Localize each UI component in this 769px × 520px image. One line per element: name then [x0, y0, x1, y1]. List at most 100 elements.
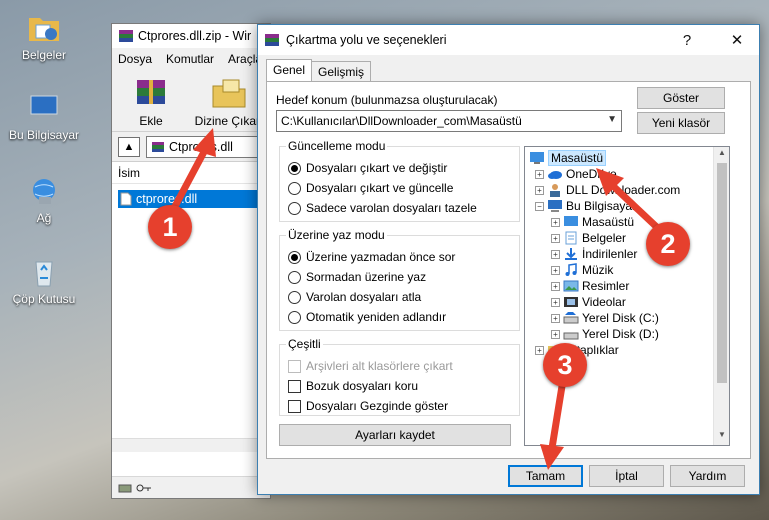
collapse-icon[interactable]: −	[535, 201, 544, 211]
radio[interactable]	[288, 181, 301, 195]
tree-item-desktop[interactable]: + Masaüstü	[551, 214, 634, 230]
extract-dialog: Çıkartma yolu ve seçenekleri ? ✕ Genel G…	[257, 24, 760, 495]
destination-path-value: C:\Kullanıcılar\DllDownloader_com\Masaüs…	[281, 114, 522, 128]
tree-item-label: Yerel Disk (D:)	[582, 327, 659, 341]
tree-item-music[interactable]: + Müzik	[551, 262, 613, 278]
checkbox[interactable]	[288, 379, 301, 393]
radio[interactable]	[288, 290, 301, 304]
desktop-icon-cop-kutusu[interactable]: Çöp Kutusu	[6, 256, 82, 306]
scroll-thumb[interactable]	[717, 163, 727, 383]
tree-item-label: Videolar	[582, 295, 626, 309]
recycle-bin-icon	[35, 261, 53, 287]
expand-icon[interactable]: +	[551, 249, 560, 259]
drive-icon	[563, 312, 579, 324]
key-icon	[136, 484, 151, 491]
winrar-logo-icon	[265, 34, 279, 46]
help-title-button[interactable]: ?	[665, 25, 709, 55]
expand-icon[interactable]: +	[551, 217, 560, 227]
tree-item-documents[interactable]: + Belgeler	[551, 230, 626, 246]
overwrite-option-without-prompt[interactable]: Sormadan üzerine yaz	[288, 270, 426, 284]
chevron-down-icon[interactable]: ▼	[607, 114, 617, 125]
show-button[interactable]: Göster	[637, 87, 725, 109]
add-button[interactable]: Ekle	[120, 76, 182, 131]
desktop-icon-label: Ağ	[36, 211, 52, 225]
expand-icon[interactable]: +	[551, 281, 560, 291]
up-folder-button[interactable]: ▲	[118, 136, 140, 157]
radio[interactable]	[288, 270, 301, 284]
overwrite-mode-title: Üzerine yaz modu	[286, 228, 387, 242]
ok-button[interactable]: Tamam	[508, 465, 583, 487]
expand-icon[interactable]: +	[551, 329, 560, 339]
music-icon	[565, 263, 577, 276]
path-field[interactable]: Ctprores.dll	[146, 135, 270, 158]
overwrite-mode-group: Üzerine yaz modu Üzerine yazmadan önce s…	[279, 228, 520, 331]
tree-item-user[interactable]: + DLL Downloader.com	[535, 182, 680, 198]
tree-item-onedrive[interactable]: + OneDrive	[535, 166, 617, 182]
tab-gelismis[interactable]: Gelişmiş	[311, 61, 372, 81]
tree-item-drive-c[interactable]: + Yerel Disk (C:)	[551, 310, 659, 326]
tree-vertical-scrollbar[interactable]: ▲ ▼	[713, 147, 729, 445]
column-header-name[interactable]: İsim	[112, 162, 270, 184]
new-folder-button[interactable]: Yeni klasör	[637, 112, 725, 134]
radio-selected[interactable]	[288, 250, 301, 264]
expand-icon[interactable]: +	[551, 313, 560, 323]
tree-item-label: Müzik	[582, 263, 614, 277]
expand-icon[interactable]: +	[551, 265, 560, 275]
expand-icon[interactable]: +	[551, 297, 560, 307]
horizontal-scrollbar[interactable]	[112, 438, 270, 452]
add-button-label: Ekle	[139, 114, 163, 128]
extract-to-icon	[212, 79, 246, 108]
expand-icon[interactable]: +	[535, 169, 544, 179]
folder-tree[interactable]: Masaüstü + OneDrive + DLL Downloader.com…	[524, 146, 730, 446]
destination-label: Hedef konum (bulunmazsa oluşturulacak)	[276, 93, 498, 107]
radio-selected[interactable]	[288, 161, 301, 175]
close-button[interactable]: ✕	[715, 25, 759, 55]
help-button[interactable]: Yardım	[670, 465, 745, 487]
desktop-icon-bu-bilgisayar[interactable]: Bu Bilgisayar	[6, 92, 82, 142]
update-option-freshen[interactable]: Sadece varolan dosyaları tazele	[288, 201, 477, 215]
scroll-up-icon[interactable]: ▲	[714, 148, 729, 162]
expand-icon[interactable]: +	[535, 345, 544, 355]
file-list: İsim ctprores.dll	[112, 162, 270, 452]
desktop-icon-ag[interactable]: Ağ	[6, 175, 82, 225]
tree-item-drive-d[interactable]: + Yerel Disk (D:)	[551, 326, 659, 342]
checkbox[interactable]	[288, 399, 301, 413]
overwrite-option-ask[interactable]: Üzerine yazmadan önce sor	[288, 250, 455, 264]
desktop-icon-belgeler[interactable]: Belgeler	[6, 12, 82, 62]
option-label: Dosyaları çıkart ve değiştir	[306, 161, 448, 175]
extract-to-button[interactable]: Dizine Çıkart	[192, 76, 266, 131]
overwrite-option-skip[interactable]: Varolan dosyaları atla	[288, 290, 421, 304]
tab-genel[interactable]: Genel	[266, 59, 313, 81]
destination-path-combobox[interactable]: C:\Kullanıcılar\DllDownloader_com\Masaüs…	[276, 110, 622, 132]
desktop-icon-label: Belgeler	[21, 48, 67, 62]
tree-item-pictures[interactable]: + Resimler	[551, 278, 629, 294]
misc-title: Çeşitli	[286, 337, 323, 351]
misc-option-show-in-explorer[interactable]: Dosyaları Gezginde göster	[288, 399, 448, 413]
path-text: Ctprores.dll	[169, 139, 233, 154]
drive-icon	[563, 332, 579, 340]
winrar-toolbar: Ekle Dizine Çıkart	[112, 70, 270, 132]
update-option-replace[interactable]: Dosyaları çıkart ve değiştir	[288, 161, 447, 175]
tree-item-desktop-root[interactable]: Masaüstü	[529, 150, 607, 166]
tree-item-videos[interactable]: + Videolar	[551, 294, 626, 310]
scroll-down-icon[interactable]: ▼	[714, 430, 729, 444]
misc-option-keep-broken[interactable]: Bozuk dosyaları koru	[288, 379, 418, 393]
extract-to-button-label: Dizine Çıkart	[194, 114, 264, 128]
expand-icon[interactable]: +	[535, 185, 544, 195]
tree-item-this-pc[interactable]: − Bu Bilgisayar	[535, 198, 636, 214]
tab-panel-general: Hedef konum (bulunmazsa oluşturulacak) C…	[266, 81, 751, 459]
expand-icon[interactable]: +	[551, 233, 560, 243]
cancel-button[interactable]: İptal	[589, 465, 664, 487]
option-label: Dosyaları Gezginde göster	[306, 399, 449, 413]
radio[interactable]	[288, 310, 301, 324]
menu-komutlar[interactable]: Komutlar	[166, 52, 214, 66]
update-option-update[interactable]: Dosyaları çıkart ve güncelle	[288, 181, 453, 195]
file-row[interactable]: ctprores.dll	[118, 190, 258, 208]
tree-item-label: Masaüstü	[582, 215, 635, 229]
tree-item-downloads[interactable]: + İndirilenler	[551, 246, 637, 262]
winrar-logo-icon	[119, 30, 133, 42]
overwrite-option-rename[interactable]: Otomatik yeniden adlandır	[288, 310, 446, 324]
save-settings-button[interactable]: Ayarları kaydet	[279, 424, 511, 446]
menu-dosya[interactable]: Dosya	[118, 52, 152, 66]
radio[interactable]	[288, 201, 301, 215]
